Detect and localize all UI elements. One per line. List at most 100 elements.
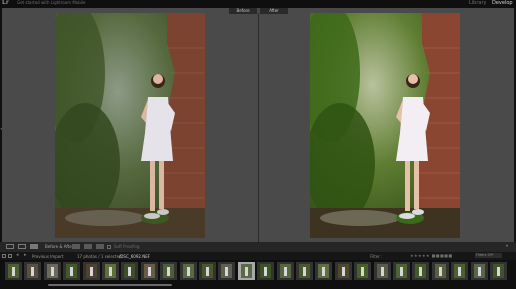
thumbnail-figure — [31, 267, 35, 276]
thumbnail-figure — [70, 267, 74, 276]
thumbnail-figure — [458, 267, 462, 276]
thumbnail-image — [473, 264, 485, 278]
thumbnail-figure — [477, 267, 481, 276]
thumbnail-figure — [361, 267, 365, 276]
thumbnail-figure — [497, 267, 500, 276]
thumbnail-figure — [50, 267, 54, 276]
soft-proof-checkbox[interactable] — [107, 244, 111, 249]
filter-label: Filter : — [370, 253, 383, 259]
grid-icon[interactable] — [8, 254, 12, 258]
thumbnail-figure — [283, 267, 287, 276]
filmstrip-thumbnail[interactable] — [354, 262, 372, 280]
module-develop[interactable]: Develop — [492, 0, 513, 6]
thumbnail-image — [105, 264, 116, 278]
soft-proofing-label[interactable]: Soft Proofing — [114, 244, 140, 249]
after-photo[interactable] — [310, 13, 460, 238]
filmstrip-thumbnail[interactable] — [296, 262, 313, 280]
thumbnail-image — [318, 264, 330, 278]
filmstrip-scrollbar[interactable] — [48, 284, 172, 286]
filmstrip-count: 17 photos / 1 selected — [77, 253, 122, 259]
filmstrip-thumbnail[interactable] — [373, 262, 391, 280]
thumbnail-figure — [206, 267, 209, 276]
thumbnail-image — [85, 264, 97, 278]
thumbnail-image — [8, 264, 19, 278]
thumbnail-figure — [186, 267, 190, 276]
back-arrow-icon[interactable]: ◂ — [16, 252, 19, 258]
filmstrip-thumbnail[interactable] — [334, 262, 352, 280]
thumbnail-image — [143, 264, 155, 278]
filmstrip-thumbnail[interactable] — [140, 262, 158, 280]
filmstrip-thumbnail[interactable] — [470, 262, 488, 280]
filmstrip-thumbnail[interactable] — [218, 262, 236, 280]
thumbnail-image — [46, 264, 58, 278]
thumbnail-figure — [264, 267, 268, 276]
thumbnail-figure — [12, 267, 15, 276]
thumbnail-image — [124, 264, 136, 278]
filmstrip-thumbnail[interactable] — [179, 262, 197, 280]
filmstrip-thumbnail[interactable] — [393, 262, 410, 280]
thumbnail-image — [66, 264, 78, 278]
thumbnail-figure — [225, 267, 229, 276]
chevron-icon[interactable]: ▾ — [506, 243, 508, 248]
thumbnail-image — [182, 264, 194, 278]
thumbnail-image — [454, 264, 466, 278]
thumbnail-image — [357, 264, 369, 278]
filter-select[interactable]: Filters Off — [475, 253, 502, 258]
filmstrip-thumbnail[interactable] — [431, 262, 449, 280]
filmstrip-thumbnail[interactable] — [82, 262, 100, 280]
swap-icon[interactable] — [96, 244, 104, 249]
filmstrip-thumbnail[interactable] — [276, 262, 294, 280]
before-photo-image — [55, 13, 205, 238]
thumbnail-figure — [322, 267, 326, 276]
thumbnail-image — [279, 264, 291, 278]
filmstrip-thumbnail[interactable] — [451, 262, 469, 280]
filmstrip-thumbnail[interactable] — [199, 262, 216, 280]
thumbnail-image — [163, 264, 175, 278]
before-after-icon[interactable] — [30, 244, 38, 249]
thumbnail-figure — [400, 267, 403, 276]
thumbnail-figure — [109, 267, 112, 276]
thumbnail-image — [376, 264, 388, 278]
filmstrip-thumbnail[interactable] — [490, 262, 507, 280]
loupe-view-icon[interactable] — [6, 244, 14, 249]
filmstrip-thumbnail[interactable] — [412, 262, 430, 280]
compare-divider — [258, 13, 259, 242]
copy-after-to-before-icon[interactable] — [84, 244, 92, 249]
lightroom-logo: Lr — [2, 0, 9, 6]
filmstrip-thumbnail[interactable] — [237, 262, 255, 280]
filmstrip-source[interactable]: Previous Import — [32, 254, 63, 259]
before-label: Before — [229, 8, 257, 14]
filmstrip-thumbnail[interactable] — [315, 262, 333, 280]
before-photo[interactable] — [55, 13, 205, 238]
filmstrip-filename: /DSC_6092.NEF — [119, 253, 151, 259]
thumbnail-image — [27, 264, 39, 278]
filmstrip-thumbnail[interactable] — [5, 262, 22, 280]
copy-before-to-after-icon[interactable] — [72, 244, 80, 249]
after-label: After — [260, 8, 288, 14]
thumbnail-figure — [147, 267, 151, 276]
filmstrip-thumbnail[interactable] — [257, 262, 275, 280]
filmstrip-thumbnail[interactable] — [121, 262, 139, 280]
filmstrip-thumbnail[interactable] — [102, 262, 119, 280]
secondary-window-icon[interactable] — [2, 254, 6, 258]
star-icon[interactable]: ★★★★★ ■■■■■ — [410, 253, 453, 258]
filmstrip-thumbnail[interactable] — [43, 262, 61, 280]
thumbnail-image — [434, 264, 446, 278]
after-photo-image — [310, 13, 460, 238]
filmstrip-thumbnail[interactable] — [24, 262, 42, 280]
thumbnail-image — [202, 264, 213, 278]
get-started-link[interactable]: Get started with Lightroom Mobile — [17, 0, 85, 5]
forward-arrow-icon[interactable]: ▸ — [24, 252, 27, 258]
thumbnail-image — [396, 264, 407, 278]
thumbnail-image — [260, 264, 272, 278]
thumbnail-image — [337, 264, 349, 278]
thumbnail-figure — [303, 267, 306, 276]
compare-view-icon[interactable] — [18, 244, 26, 249]
module-library[interactable]: Library — [469, 0, 486, 6]
thumbnail-figure — [438, 267, 442, 276]
thumbnail-figure — [128, 267, 132, 276]
thumbnail-image — [493, 264, 504, 278]
filmstrip-thumbnail[interactable] — [63, 262, 81, 280]
thumbnail-image — [415, 264, 427, 278]
filmstrip-thumbnail[interactable] — [160, 262, 178, 280]
